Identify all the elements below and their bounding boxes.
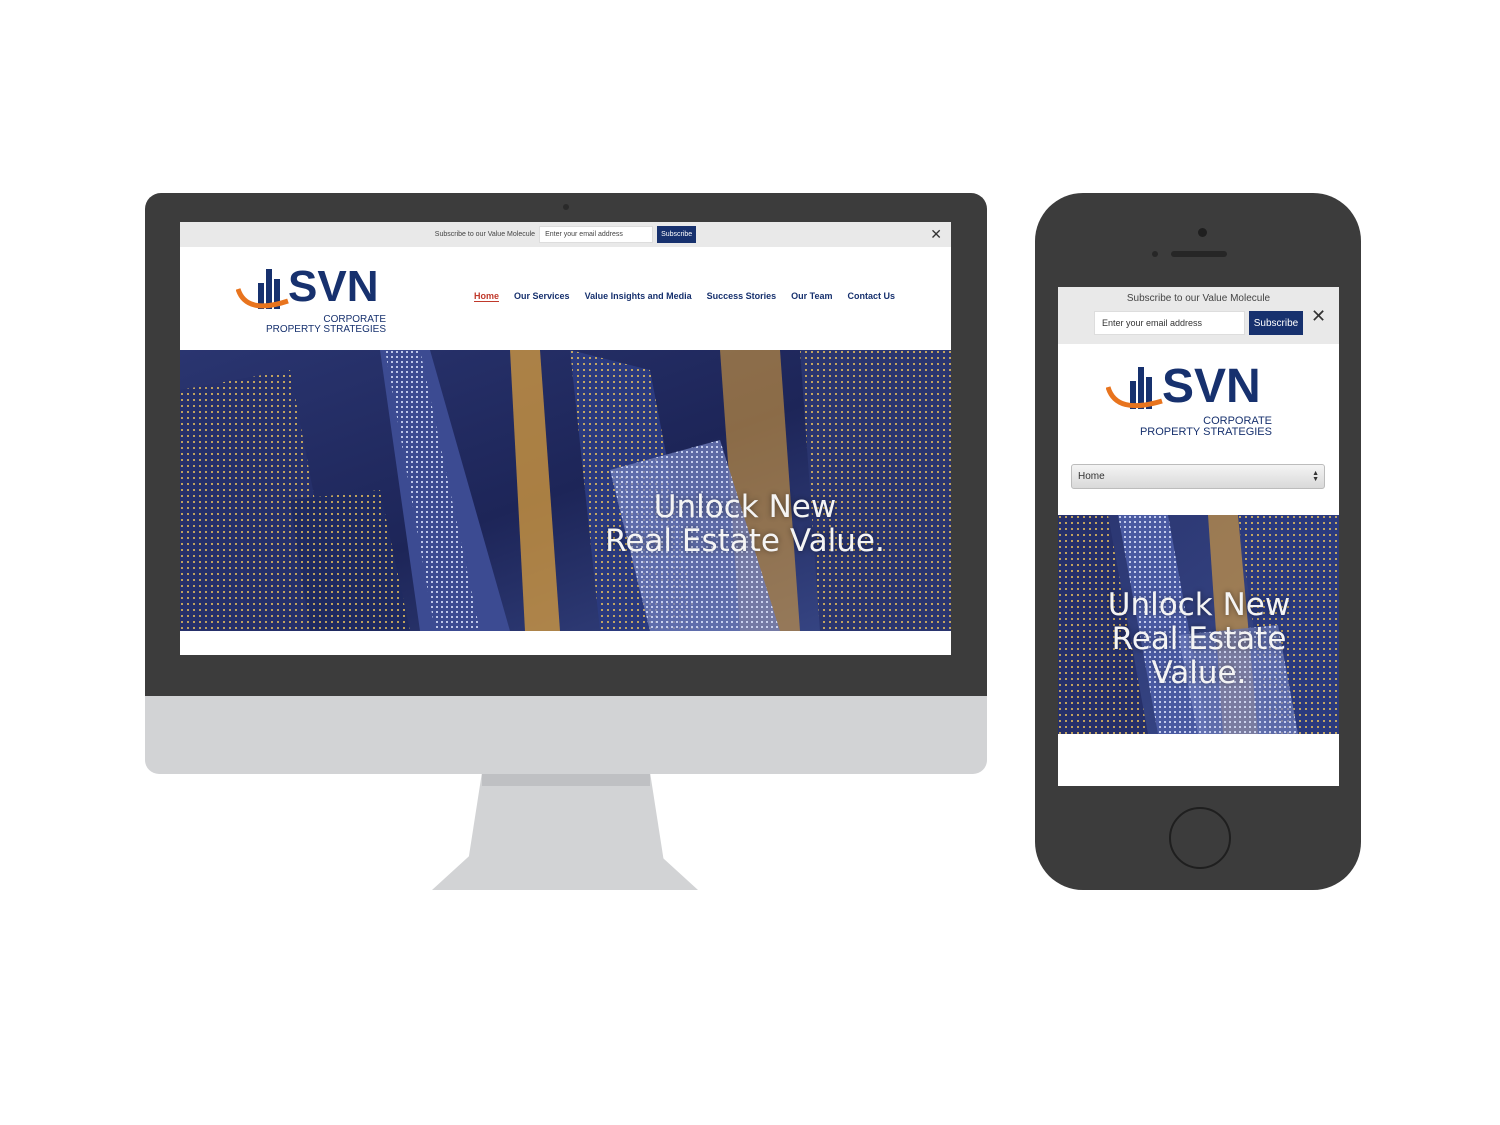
nav-item-insights[interactable]: Value Insights and Media	[585, 291, 692, 302]
mobile-subscribe-bar: Subscribe to our Value Molecule Enter yo…	[1058, 287, 1339, 344]
logo-line2: PROPERTY STRATEGIES	[266, 324, 386, 335]
main-nav: Home Our Services Value Insights and Med…	[474, 291, 895, 302]
monitor-camera	[563, 204, 569, 210]
mobile-hero-banner: Unlock New Real Estate Value.	[1058, 515, 1339, 734]
mobile-screen: Subscribe to our Value Molecule Enter yo…	[1058, 287, 1339, 786]
subscribe-button[interactable]: Subscribe	[657, 226, 697, 243]
select-arrows-icon: ▲ ▼	[1312, 470, 1319, 483]
mobile-email-field[interactable]: Enter your email address	[1094, 311, 1245, 335]
subscribe-label: Subscribe to our Value Molecule	[434, 231, 536, 238]
mobile-hero-line-3: Value.	[1151, 655, 1247, 692]
monitor-base	[432, 856, 698, 890]
nav-item-team[interactable]: Our Team	[791, 291, 832, 302]
mobile-nav-select-value: Home	[1078, 471, 1105, 482]
phone-sensor	[1152, 251, 1158, 257]
hero-headline: Unlock New Real Estate Value.	[560, 490, 930, 558]
mobile-nav-select[interactable]: Home ▲ ▼	[1071, 464, 1325, 489]
mobile-logo-line2: PROPERTY STRATEGIES	[1140, 426, 1272, 437]
hero-line-1: Unlock New	[653, 489, 837, 525]
home-button-icon[interactable]	[1169, 807, 1231, 869]
subscribe-bar: Subscribe to our Value Molecule Enter yo…	[180, 222, 951, 247]
svn-logo[interactable]: SVN CORPORATE PROPERTY STRATEGIES	[236, 257, 392, 335]
phone-camera	[1198, 228, 1207, 237]
desktop-screen: Subscribe to our Value Molecule Enter yo…	[180, 222, 951, 655]
hero-line-2: Real Estate Value.	[605, 523, 885, 560]
nav-item-services[interactable]: Our Services	[514, 291, 570, 302]
mobile-close-icon[interactable]: ✕	[1311, 306, 1326, 327]
nav-item-success-stories[interactable]: Success Stories	[707, 291, 777, 302]
monitor-stand-shadow	[482, 774, 650, 786]
close-icon[interactable]: ✕	[930, 227, 942, 241]
mobile-hero-headline: Unlock New Real Estate Value.	[1088, 588, 1310, 690]
device-mockup-stage: Subscribe to our Value Molecule Enter yo…	[0, 0, 1500, 1125]
email-field[interactable]: Enter your email address	[539, 226, 654, 243]
nav-item-home[interactable]: Home	[474, 291, 500, 302]
mobile-svn-logo[interactable]: SVN CORPORATE PROPERTY STRATEGIES	[1106, 357, 1276, 437]
site-header: SVN CORPORATE PROPERTY STRATEGIES Home O…	[180, 247, 951, 350]
mobile-hero-line-1: Unlock New	[1107, 587, 1291, 623]
mobile-logo-brand: SVN	[1162, 360, 1261, 413]
nav-item-contact[interactable]: Contact Us	[847, 291, 895, 302]
hero-banner: Unlock New Real Estate Value.	[180, 350, 951, 631]
logo-brand: SVN	[288, 262, 378, 311]
mobile-subscribe-label: Subscribe to our Value Molecule	[1126, 293, 1271, 304]
mobile-subscribe-button[interactable]: Subscribe	[1249, 311, 1303, 335]
monitor-chin	[145, 696, 987, 774]
mobile-hero-line-2: Real Estate	[1111, 621, 1287, 658]
phone-speaker	[1171, 251, 1227, 257]
